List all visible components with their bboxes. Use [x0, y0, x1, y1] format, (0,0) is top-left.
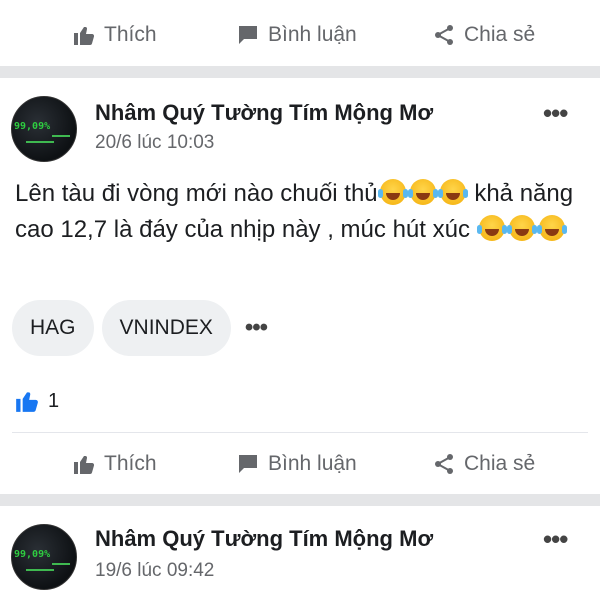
laughing-emoji-icon	[407, 179, 436, 205]
post-separator	[0, 494, 600, 506]
share-icon	[435, 25, 453, 45]
author-name[interactable]: Nhâm Quý Tường Tím Mộng Mơ	[95, 100, 433, 126]
share-label: Chia sẻ	[464, 23, 536, 46]
laughing-emoji-icon	[506, 215, 535, 241]
post-header: 99,09% Nhâm Quý Tường Tím Mộng Mơ 19/6 l…	[0, 524, 600, 600]
like-button[interactable]: Thích	[72, 23, 157, 47]
avatar[interactable]: 99,09%	[11, 524, 77, 590]
comment-icon	[239, 26, 257, 44]
laughing-emoji-icon	[377, 179, 406, 205]
share-label: Chia sẻ	[464, 452, 536, 475]
comment-button[interactable]: Bình luận	[236, 452, 357, 476]
post-body: Lên tàu đi vòng mới nào chuối thủ khả nă…	[15, 176, 590, 248]
share-button[interactable]: Chia sẻ	[432, 452, 535, 476]
comment-label: Bình luận	[268, 23, 357, 46]
like-count: 1	[48, 389, 60, 412]
tag-chip[interactable]: HAG	[12, 300, 94, 356]
action-bar-post: Thích Bình luận Chia sẻ	[0, 434, 600, 494]
post-separator	[0, 66, 600, 78]
post-timestamp[interactable]: 19/6 lúc 09:42	[95, 560, 214, 582]
thumbs-up-icon	[74, 456, 95, 474]
post-timestamp[interactable]: 20/6 lúc 10:03	[95, 132, 214, 154]
like-label: Thích	[104, 23, 157, 46]
more-options-button[interactable]: •••	[543, 98, 568, 129]
avatar-text: 99,09%	[14, 121, 51, 132]
reaction-summary[interactable]: 1	[14, 388, 59, 414]
like-button[interactable]: Thích	[72, 452, 157, 476]
author-name[interactable]: Nhâm Quý Tường Tím Mộng Mơ	[95, 526, 433, 552]
action-bar-top: Thích Bình luận Chia sẻ	[0, 5, 600, 65]
laughing-emoji-icon	[476, 215, 505, 241]
comment-icon	[239, 455, 257, 473]
avatar-chart-line	[26, 569, 54, 571]
avatar[interactable]: 99,09%	[11, 96, 77, 162]
like-label: Thích	[104, 452, 157, 475]
avatar-chart-line	[52, 563, 70, 565]
comment-label: Bình luận	[268, 452, 357, 475]
laughing-emoji-icon	[536, 215, 565, 241]
tag-list: HAG VNINDEX •••	[12, 300, 268, 356]
more-options-button[interactable]: •••	[543, 524, 568, 555]
thumbs-up-icon	[74, 27, 95, 45]
share-icon	[435, 454, 453, 474]
post-header: 99,09% Nhâm Quý Tường Tím Mộng Mơ 20/6 l…	[0, 96, 600, 176]
comment-button[interactable]: Bình luận	[236, 23, 357, 47]
tag-chip[interactable]: VNINDEX	[101, 300, 231, 356]
avatar-text: 99,09%	[14, 549, 51, 560]
divider-line	[12, 432, 588, 433]
avatar-chart-line	[52, 135, 70, 137]
laughing-emoji-icon	[437, 179, 466, 205]
more-tags-icon[interactable]: •••	[245, 314, 268, 342]
like-reaction-icon	[16, 392, 38, 412]
avatar-chart-line	[26, 141, 54, 143]
share-button[interactable]: Chia sẻ	[432, 23, 535, 47]
post-text-part: Lên tàu đi vòng mới nào chuối thủ	[15, 180, 378, 207]
